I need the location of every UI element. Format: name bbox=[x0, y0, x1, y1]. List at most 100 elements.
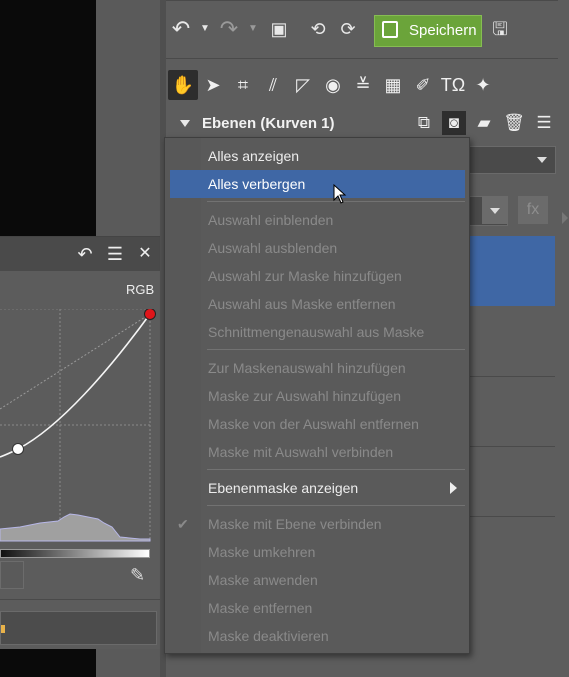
layer-mask-icon[interactable]: ◙ bbox=[442, 111, 466, 135]
redo-icon[interactable]: ↷ bbox=[218, 15, 240, 43]
menu-item-show-selection[interactable]: Auswahl einblenden bbox=[165, 206, 469, 234]
fx-button[interactable]: fx bbox=[518, 196, 548, 224]
menu-item-hide-all[interactable]: Alles verbergen bbox=[170, 170, 465, 198]
blend-mode-select[interactable] bbox=[466, 146, 556, 174]
effects-tool-icon[interactable]: ✦ bbox=[468, 70, 498, 100]
menu-separator bbox=[207, 469, 465, 470]
rotate-right-icon[interactable]: ⟳ bbox=[336, 15, 360, 43]
menu-item-label: Auswahl aus Maske entfernen bbox=[208, 296, 396, 312]
divider bbox=[466, 446, 555, 447]
collapse-caret-icon[interactable] bbox=[180, 120, 190, 127]
menu-item-label: Auswahl ausblenden bbox=[208, 240, 338, 256]
save-icon bbox=[382, 21, 398, 38]
chevron-down-icon bbox=[537, 157, 547, 163]
close-icon[interactable]: ✕ bbox=[134, 243, 156, 265]
menu-item-label: Maske mit Ebene verbinden bbox=[208, 516, 382, 532]
menu-item-add-selection-to-mask[interactable]: Auswahl zur Maske hinzufügen bbox=[165, 262, 469, 290]
image-canvas-bottom[interactable] bbox=[0, 648, 96, 677]
menu-item-apply-mask[interactable]: Maske anwenden bbox=[165, 566, 469, 594]
curves-titlebar: ↶ ☰ ✕ bbox=[0, 237, 160, 271]
checkmark-icon: ✔ bbox=[177, 516, 189, 532]
curve-graph[interactable] bbox=[0, 309, 160, 549]
menu-icon[interactable]: ☰ bbox=[104, 243, 126, 265]
menu-item-label: Alles verbergen bbox=[208, 176, 306, 192]
divider bbox=[166, 0, 558, 1]
menu-item-intersect-selection[interactable]: Schnittmengenauswahl aus Maske bbox=[165, 318, 469, 346]
hand-tool-icon[interactable]: ✋ bbox=[168, 70, 198, 100]
curves-panel: ↶ ☰ ✕ RGB ✎ bbox=[0, 236, 160, 649]
preset-swatch bbox=[1, 625, 5, 633]
menu-separator bbox=[207, 505, 465, 506]
menu-item-invert-mask[interactable]: Maske umkehren bbox=[165, 538, 469, 566]
straighten-tool-icon[interactable]: ≚ bbox=[348, 70, 378, 100]
menu-icon[interactable]: ☰ bbox=[532, 111, 556, 135]
menu-item-label: Schnittmengenauswahl aus Maske bbox=[208, 324, 425, 340]
input-gradient-bar bbox=[0, 549, 150, 558]
canvas-border bbox=[96, 0, 160, 236]
menu-item-remove-selection-from-mask[interactable]: Auswahl aus Maske entfernen bbox=[165, 290, 469, 318]
rotate-left-icon[interactable]: ⟲ bbox=[306, 15, 330, 43]
mouse-cursor-icon bbox=[333, 184, 347, 204]
menu-item-delete-mask[interactable]: Maske entfernen bbox=[165, 594, 469, 622]
layers-title: Ebenen (Kurven 1) bbox=[202, 115, 335, 132]
lasso-tool-icon[interactable]: ◸ bbox=[288, 70, 318, 100]
divider bbox=[166, 58, 558, 59]
menu-item-remove-mask-from-selection[interactable]: Maske von der Auswahl entfernen bbox=[165, 410, 469, 438]
trash-icon[interactable]: 🗑 bbox=[502, 111, 526, 135]
canvas-border-bottom bbox=[96, 648, 160, 677]
submenu-arrow-icon bbox=[450, 482, 457, 494]
image-icon[interactable]: ▣ bbox=[266, 15, 292, 43]
menu-item-label: Zur Maskenauswahl hinzufügen bbox=[208, 360, 406, 376]
expand-arrow-icon[interactable] bbox=[562, 212, 568, 224]
save-button[interactable]: Speichern bbox=[374, 15, 482, 47]
opacity-dropdown[interactable] bbox=[482, 196, 508, 224]
menu-item-show-layer-mask[interactable]: Ebenenmaske anzeigen bbox=[165, 474, 469, 502]
menu-item-add-to-mask-selection[interactable]: Zur Maskenauswahl hinzufügen bbox=[165, 354, 469, 382]
save-as-icon[interactable]: 🖫 bbox=[486, 15, 514, 43]
transform-tool-icon[interactable]: ⫽ bbox=[258, 70, 288, 100]
eye-tool-icon[interactable]: ◉ bbox=[318, 70, 348, 100]
layer-mask-context-menu: Alles anzeigen Alles verbergen Auswahl e… bbox=[164, 137, 470, 654]
tool-row: ✋ ➤ ⌗ ⫽ ◸ ◉ ≚ ▦ ✐ TΩ ✦ bbox=[166, 70, 558, 102]
menu-item-combine-mask-selection[interactable]: Maske mit Auswahl verbinden bbox=[165, 438, 469, 466]
menu-item-label: Maske von der Auswahl entfernen bbox=[208, 416, 419, 432]
menu-item-disable-mask[interactable]: Maske deaktivieren bbox=[165, 622, 469, 650]
chevron-down-icon bbox=[490, 208, 500, 214]
menu-item-label: Auswahl einblenden bbox=[208, 212, 334, 228]
text-tool-icon[interactable]: TΩ bbox=[438, 70, 468, 100]
curve-control-point[interactable] bbox=[12, 443, 24, 455]
menu-item-label: Maske umkehren bbox=[208, 544, 316, 560]
eyedropper-icon[interactable]: ✎ bbox=[130, 565, 145, 586]
divider bbox=[0, 599, 160, 600]
channel-label: RGB bbox=[126, 282, 155, 297]
curve-endpoint-point[interactable] bbox=[144, 309, 156, 320]
save-button-label: Speichern bbox=[409, 22, 477, 39]
redo-dropdown-icon[interactable]: ▼ bbox=[246, 15, 260, 43]
menu-separator bbox=[207, 349, 465, 350]
menu-item-label: Maske entfernen bbox=[208, 600, 313, 616]
divider bbox=[466, 376, 555, 377]
menu-item-label: Ebenenmaske anzeigen bbox=[208, 480, 359, 496]
menu-item-label: Maske anwenden bbox=[208, 572, 318, 588]
menu-item-label: Alles anzeigen bbox=[208, 148, 300, 164]
menu-item-show-all[interactable]: Alles anzeigen bbox=[165, 142, 469, 170]
menu-item-link-mask-layer[interactable]: ✔ Maske mit Ebene verbinden bbox=[165, 510, 469, 538]
menu-item-label: Auswahl zur Maske hinzufügen bbox=[208, 268, 402, 284]
undo-curve-icon[interactable]: ↶ bbox=[74, 243, 96, 265]
menu-item-hide-selection[interactable]: Auswahl ausblenden bbox=[165, 234, 469, 262]
duplicate-layer-icon[interactable]: ⧉ bbox=[412, 111, 436, 135]
layer-row-selected[interactable] bbox=[466, 236, 555, 306]
brush-tool-icon[interactable]: ✐ bbox=[408, 70, 438, 100]
preset-field[interactable] bbox=[0, 611, 157, 645]
value-spinner[interactable] bbox=[0, 561, 24, 589]
grid-tool-icon[interactable]: ▦ bbox=[378, 70, 408, 100]
layers-header: Ebenen (Kurven 1) ⧉ ◙ ▰ 🗑 ☰ bbox=[166, 108, 558, 138]
undo-icon[interactable]: ↶ bbox=[170, 15, 192, 43]
folder-icon[interactable]: ▰ bbox=[472, 111, 496, 135]
menu-item-add-mask-to-selection[interactable]: Maske zur Auswahl hinzufügen bbox=[165, 382, 469, 410]
select-tool-icon[interactable]: ➤ bbox=[198, 70, 228, 100]
menu-item-label: Maske deaktivieren bbox=[208, 628, 329, 644]
crop-tool-icon[interactable]: ⌗ bbox=[228, 70, 258, 100]
menu-item-label: Maske zur Auswahl hinzufügen bbox=[208, 388, 401, 404]
undo-dropdown-icon[interactable]: ▼ bbox=[198, 15, 212, 43]
